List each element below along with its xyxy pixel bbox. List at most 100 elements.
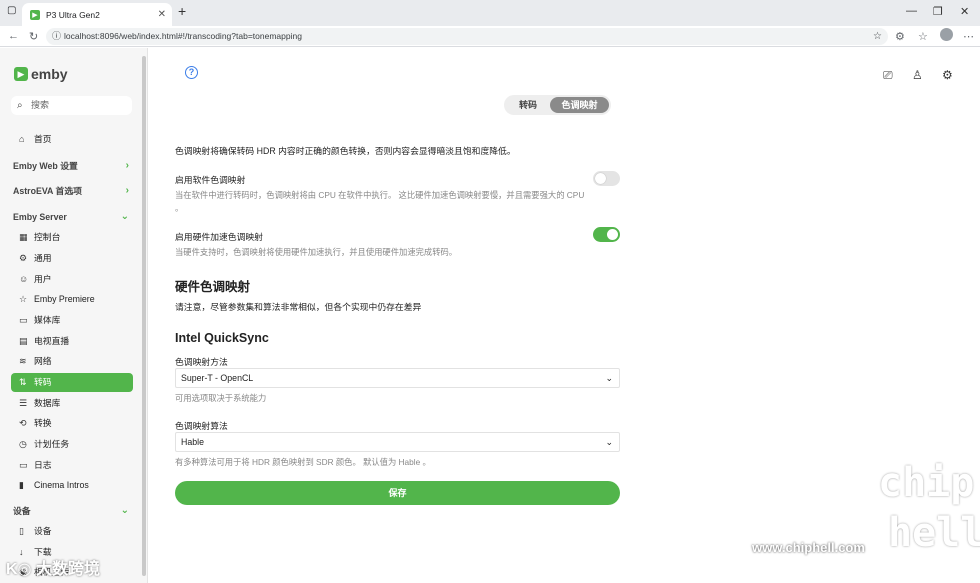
dashboard-icon: ▦ (19, 232, 28, 242)
sw-tonemap-label: 启用软件色调映射 (175, 175, 246, 185)
sidebar: ▶ emby ⌕ 搜索 ⌂ 首页 Emby Web 设置 › AstroEVA … (0, 48, 148, 583)
sidebar-item-label: 用户 (34, 274, 52, 284)
sidebar-item-scheduled-tasks[interactable]: ◷ 计划任务 (11, 435, 133, 454)
home-icon: ⌂ (19, 134, 25, 144)
emby-logo-icon: ▶ (14, 67, 28, 81)
database-icon: ☰ (19, 398, 28, 408)
reload-icon[interactable]: ↻ (29, 30, 38, 43)
tonemap-algorithm-select[interactable]: Hable ⌄ (175, 432, 620, 452)
sidebar-item-label: 转换 (34, 418, 52, 428)
help-icon[interactable]: ? (185, 66, 198, 79)
tab-switcher: 转码 色调映射 (504, 95, 611, 115)
restore-button[interactable]: ❐ (933, 5, 943, 18)
tonemap-method-select[interactable]: Super-T - OpenCL ⌄ (175, 368, 620, 388)
favorite-star-icon[interactable]: ☆ (873, 28, 882, 45)
film-icon: ▮ (19, 480, 24, 490)
sidebar-item-logs[interactable]: ▭ 日志 (11, 456, 133, 475)
sidebar-item-libraries[interactable]: ▭ 媒体库 (11, 311, 133, 330)
section-label: Emby Web 设置 (13, 161, 78, 171)
section-label: 设备 (13, 506, 31, 516)
extensions-icon[interactable]: ⚙ (895, 30, 905, 43)
algorithm-value: Hable (181, 437, 204, 447)
tab-transcoding[interactable]: 转码 (508, 97, 548, 113)
settings-gear-icon[interactable]: ⚙ (942, 68, 953, 82)
user-icon[interactable]: ♙ (912, 68, 923, 82)
cast-icon[interactable]: ⎚ (883, 68, 893, 83)
sidebar-item-live-tv[interactable]: ▤ 电视直播 (11, 332, 133, 351)
window-close-button[interactable]: ✕ (960, 5, 969, 18)
tab-title: P3 Ultra Gen2 (46, 9, 100, 20)
search-icon: ⌕ (17, 100, 23, 111)
method-label: 色调映射方法 (175, 357, 228, 367)
sidebar-section-emby-web[interactable]: Emby Web 设置 › (13, 157, 129, 175)
sw-tonemap-desc: 当在软件中进行转码时，色调映射将由 CPU 在软件中执行。 这比硬件加速色调映射… (175, 190, 585, 200)
sidebar-item-label: Emby Premiere (34, 294, 95, 304)
sidebar-section-emby-server[interactable]: Emby Server ⌄ (13, 208, 129, 226)
chevron-down-icon: ⌄ (120, 211, 129, 222)
sidebar-item-network[interactable]: ≋ 网络 (11, 352, 133, 371)
sidebar-search-input[interactable]: ⌕ 搜索 (11, 96, 132, 115)
toggle-knob (595, 173, 606, 184)
sidebar-item-general[interactable]: ⚙ 通用 (11, 249, 133, 268)
sidebar-item-label: 数据库 (34, 398, 61, 408)
sidebar-section-devices[interactable]: 设备 ⌄ (13, 502, 129, 520)
method-value: Super-T - OpenCL (181, 373, 254, 383)
convert-icon: ⟲ (19, 418, 27, 428)
sidebar-item-home[interactable]: ⌂ 首页 (11, 130, 133, 149)
favorites-icon[interactable]: ☆ (918, 30, 928, 43)
hw-tonemap-label: 启用硬件加速色调映射 (175, 232, 263, 242)
minimize-button[interactable]: — (906, 5, 917, 17)
sidebar-item-label: Cinema Intros (34, 480, 89, 490)
tab-tonemapping[interactable]: 色调映射 (550, 97, 609, 113)
sidebar-item-transcoding[interactable]: ⇅ 转码 (11, 373, 133, 392)
watermark-left: K◎ 大数跨境 (6, 561, 100, 578)
sidebar-item-devices[interactable]: ▯ 设备 (11, 522, 133, 541)
sidebar-item-database[interactable]: ☰ 数据库 (11, 394, 133, 413)
sidebar-item-cinema-intros[interactable]: ▮ Cinema Intros (11, 476, 133, 495)
sidebar-item-users[interactable]: ☺ 用户 (11, 270, 133, 289)
more-menu-icon[interactable]: ⋯ (963, 30, 974, 43)
site-info-icon[interactable]: ⓘ (52, 28, 61, 45)
sw-tonemap-toggle[interactable] (593, 171, 620, 186)
tab-actions-icon[interactable]: ▢ (7, 5, 16, 16)
folder-icon: ▭ (19, 315, 28, 325)
address-bar[interactable]: ⓘ localhost:8096/web/index.html#!/transc… (46, 28, 888, 45)
section-label: AstroEVA 首选项 (13, 186, 82, 196)
watermark-hell: hell (888, 510, 980, 556)
sidebar-item-emby-premiere[interactable]: ☆ Emby Premiere (11, 290, 133, 309)
browser-tab-bar: ▢ ▶ P3 Ultra Gen2 ✕ + — ❐ ✕ (0, 0, 980, 26)
sidebar-item-dashboard[interactable]: ▦ 控制台 (11, 228, 133, 247)
new-tab-button[interactable]: + (178, 3, 186, 19)
sidebar-scrollbar[interactable] (142, 56, 146, 576)
quicksync-heading: Intel QuickSync (175, 331, 269, 345)
chevron-down-icon: ⌄ (120, 505, 129, 516)
back-icon[interactable]: ← (8, 30, 19, 42)
url-text: localhost:8096/web/index.html#!/transcod… (64, 31, 302, 41)
profile-avatar[interactable] (940, 28, 953, 41)
algorithm-label: 色调映射算法 (175, 421, 228, 431)
chevron-right-icon: › (125, 185, 129, 196)
save-button[interactable]: 保存 (175, 481, 620, 505)
emby-favicon-icon: ▶ (30, 9, 40, 20)
chevron-down-icon: ⌄ (605, 373, 613, 383)
sidebar-item-conversion[interactable]: ⟲ 转换 (11, 414, 133, 433)
sidebar-section-astroeva[interactable]: AstroEVA 首选项 › (13, 182, 129, 200)
browser-tab[interactable]: ▶ P3 Ultra Gen2 ✕ (22, 3, 172, 26)
gear-icon: ⚙ (19, 253, 28, 263)
sidebar-item-label: 网络 (34, 356, 52, 366)
sidebar-item-label: 计划任务 (34, 439, 70, 449)
emby-logo[interactable]: ▶ emby (14, 66, 68, 82)
transcode-icon: ⇅ (19, 377, 27, 387)
sidebar-item-label: 日志 (34, 460, 52, 470)
watermark-chip: chip (878, 460, 975, 506)
chevron-down-icon: ⌄ (605, 437, 613, 447)
sw-tonemap-desc-tail: 。 (175, 203, 184, 213)
hw-tonemap-toggle[interactable] (593, 227, 620, 242)
sidebar-item-label: 转码 (34, 377, 52, 387)
tab-close-icon[interactable]: ✕ (158, 9, 166, 20)
algorithm-help: 有多种算法可用于将 HDR 颜色映射到 SDR 颜色。 默认值为 Hable 。 (175, 457, 431, 467)
search-placeholder: 搜索 (31, 100, 50, 110)
users-icon: ☺ (19, 274, 29, 284)
hw-tonemap-heading: 硬件色调映射 (175, 280, 251, 294)
toggle-knob (607, 229, 618, 240)
